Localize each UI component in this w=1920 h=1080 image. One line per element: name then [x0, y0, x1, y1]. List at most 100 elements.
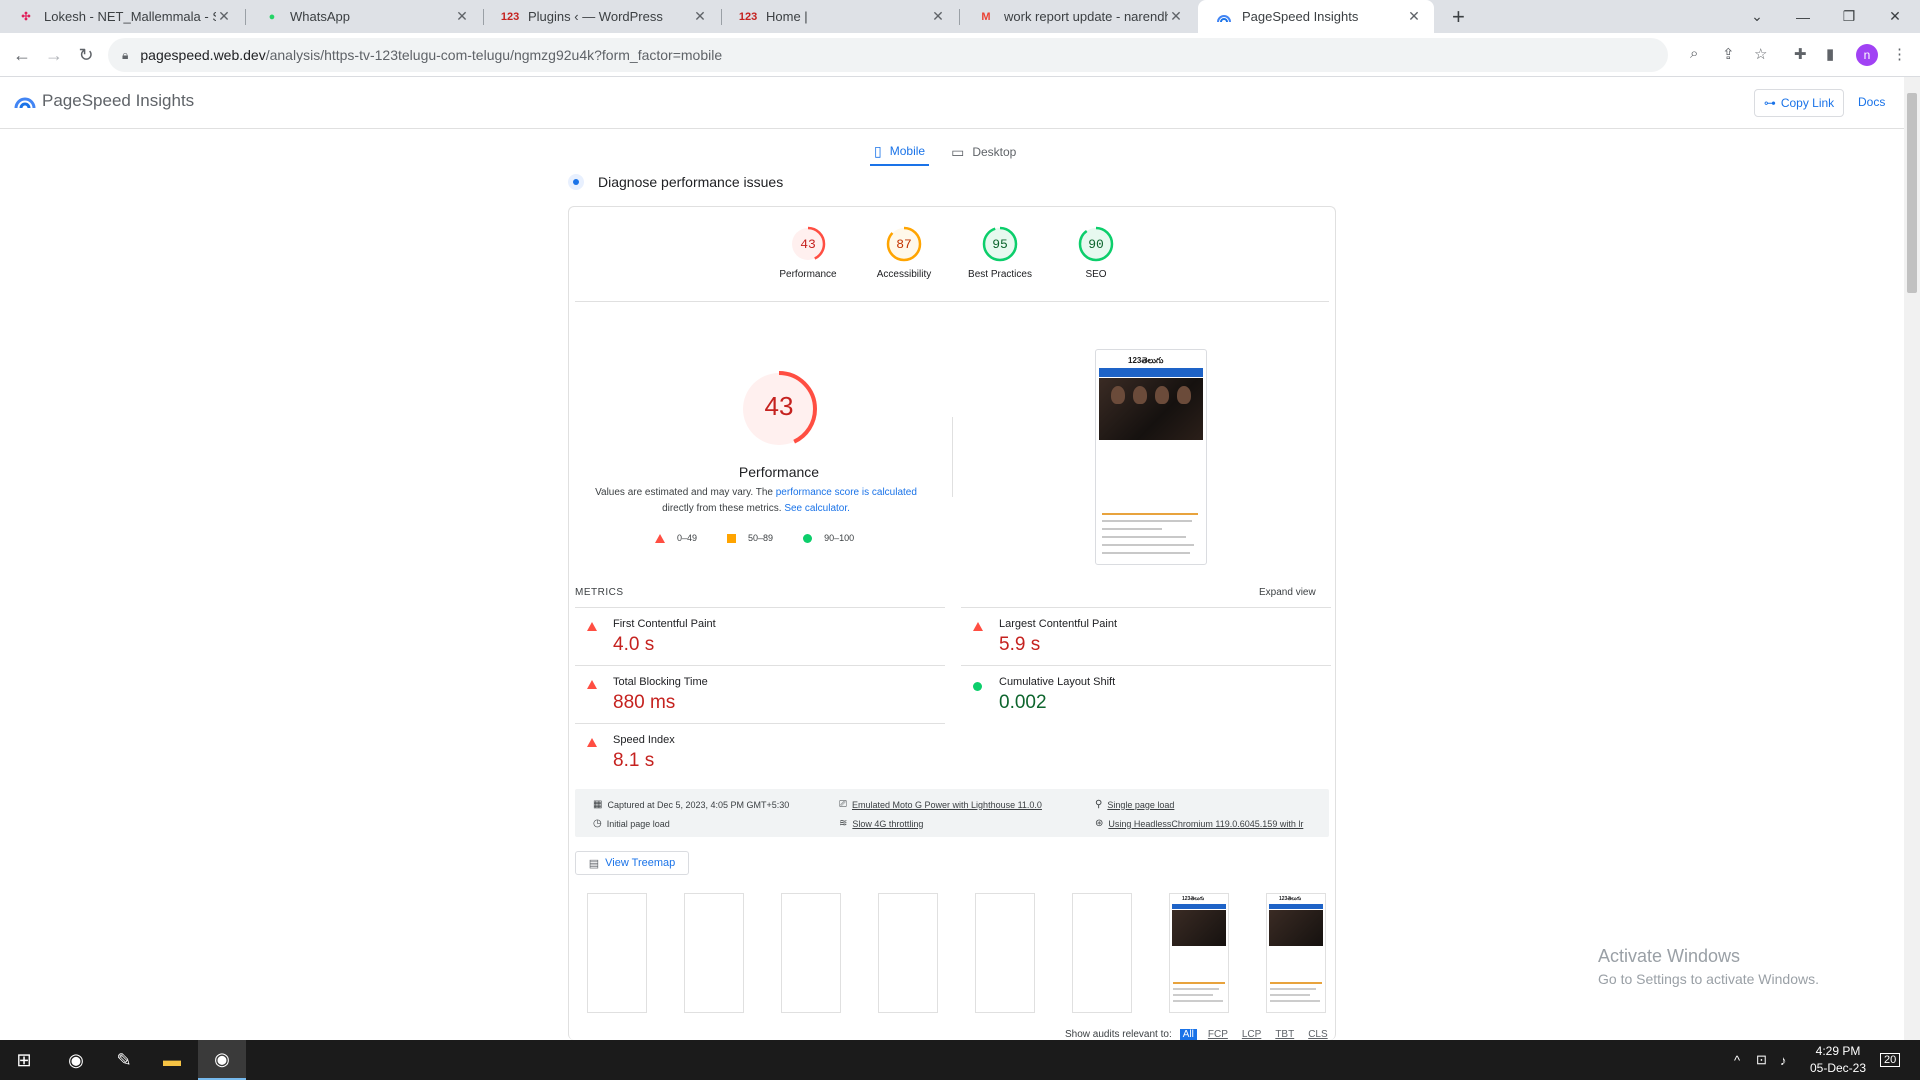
tab-search-icon[interactable]: ⌄ [1734, 0, 1780, 33]
new-tab-button[interactable]: + [1452, 4, 1465, 30]
extensions-icon[interactable]: ✚ [1794, 45, 1807, 63]
taskbar: ⊞ ◉ ✎ ▬ ◉ ^ ⊡ ♪ 4:29 PM 05-Dec-23 20 [0, 1040, 1920, 1080]
close-icon[interactable]: ✕ [692, 8, 708, 25]
scrollbar[interactable] [1904, 77, 1920, 1040]
share-icon[interactable]: ⇪ [1722, 45, 1735, 63]
tab-desktop[interactable]: ▭ Desktop [947, 138, 1020, 166]
gmail-icon: M [981, 10, 991, 23]
score-label: Accessibility [876, 269, 932, 280]
score-value: 43 [800, 237, 816, 252]
treemap-icon: ▤ [588, 857, 600, 870]
psi-logo[interactable]: PageSpeed Insights [14, 91, 194, 111]
reload-icon[interactable]: ↻ [72, 41, 100, 69]
chrome-profile-icon[interactable]: ◉ [198, 1040, 246, 1080]
chromium-icon: ⊛ [1095, 818, 1104, 829]
whatsapp-icon: ● [268, 10, 276, 23]
score-calc-link[interactable]: performance score is calculated [776, 487, 917, 498]
pass-icon [803, 533, 813, 543]
tab-home[interactable]: 123 Home | ✕ [722, 0, 958, 33]
system-clock[interactable]: 4:29 PM 05-Dec-23 [1798, 1043, 1878, 1077]
123-icon: 123 [738, 10, 758, 23]
close-icon[interactable]: ✕ [930, 8, 946, 25]
calculator-link[interactable]: See calculator. [784, 503, 850, 514]
score-label: Best Practices [968, 269, 1032, 280]
close-icon[interactable]: ✕ [1406, 8, 1422, 25]
gauge-performance[interactable]: 43 Performance [763, 225, 853, 280]
docs-link[interactable]: Docs [1858, 95, 1885, 109]
close-window-icon[interactable]: ✕ [1872, 0, 1918, 33]
bookmark-star-icon[interactable]: ☆ [1754, 45, 1767, 63]
close-icon[interactable]: ✕ [216, 8, 232, 25]
tab-plugins[interactable]: 123 Plugins ‹ — WordPress ✕ [484, 0, 720, 33]
volume-icon[interactable]: ♪ [1780, 1040, 1787, 1080]
zoom-icon[interactable]: ⌕ [1690, 45, 1698, 62]
view-treemap-button[interactable]: ▤ View Treemap [575, 851, 689, 875]
minimize-icon[interactable]: — [1780, 0, 1826, 33]
filmstrip-frame: 123తెలుగు [1169, 893, 1229, 1013]
file-explorer-icon[interactable]: ▬ [148, 1040, 196, 1080]
divider [575, 301, 1329, 302]
gauge-seo[interactable]: 90 SEO [1051, 225, 1141, 280]
metric-cls: Cumulative Layout Shift 0.002 [961, 665, 1331, 723]
score-value: 90 [1088, 237, 1104, 252]
close-icon[interactable]: ✕ [1168, 8, 1184, 25]
tab-whatsapp[interactable]: ● WhatsApp ✕ [246, 0, 482, 33]
windows-start-icon[interactable]: ⊞ [0, 1040, 48, 1080]
copy-link-button[interactable]: ⊶ Copy Link [1754, 89, 1844, 117]
metric-lcp: Largest Contentful Paint 5.9 s [961, 607, 1331, 665]
menu-kebab-icon[interactable]: ⋮ [1892, 45, 1907, 63]
category-gauges: 43 Performance 87 Accessibility 95 Best Pra… [569, 225, 1335, 295]
filter-tbt[interactable]: TBT [1272, 1029, 1297, 1040]
filter-lcp[interactable]: LCP [1239, 1029, 1264, 1040]
tab-title: WhatsApp [290, 9, 350, 24]
notifications-icon[interactable]: 20 [1880, 1040, 1901, 1080]
tab-gmail[interactable]: M work report update - narendhar ✕ [960, 0, 1196, 33]
tab-pagespeed[interactable]: PageSpeed Insights ✕ [1198, 0, 1434, 33]
app-title: PageSpeed Insights [42, 91, 195, 110]
final-screenshot: 123తెలుగు [1095, 349, 1207, 565]
lock-icon: 🔒︎ [122, 47, 129, 62]
metric-fcp: First Contentful Paint 4.0 s [575, 607, 945, 665]
123-icon: 123 [500, 10, 520, 23]
back-icon[interactable]: ← [8, 41, 36, 69]
network-icon[interactable]: ⊡ [1756, 1040, 1767, 1080]
filmstrip-frame [684, 893, 744, 1013]
filmstrip-frame [781, 893, 841, 1013]
forward-icon[interactable]: → [40, 41, 68, 69]
person-icon: ⚲ [1095, 799, 1103, 810]
tab-title: work report update - narendhar [1004, 9, 1168, 24]
filter-fcp[interactable]: FCP [1205, 1029, 1231, 1040]
expand-view-button[interactable]: Expand view [1259, 587, 1316, 598]
gauge-best-practices[interactable]: 95 Best Practices [955, 225, 1045, 280]
gauge-accessibility[interactable]: 87 Accessibility [859, 225, 949, 280]
site-nav [1099, 368, 1203, 377]
tray-chevron-icon[interactable]: ^ [1734, 1040, 1740, 1080]
fail-icon [587, 622, 597, 631]
filmstrip-frame [878, 893, 938, 1013]
side-panel-icon[interactable]: ▮ [1826, 45, 1834, 63]
fail-icon [587, 738, 597, 747]
pagespeed-icon [1216, 9, 1232, 25]
device-icon: ⎚ [839, 799, 847, 810]
score-label: Performance [779, 269, 837, 280]
filter-all[interactable]: All [1179, 1029, 1197, 1040]
address-bar[interactable]: 🔒︎ pagespeed.web.dev/analysis/https-tv-1… [108, 38, 1668, 72]
pagespeed-logo-icon [14, 97, 36, 109]
browser-tab-strip: ✣ Lokesh - NET_Mallemmala - Sla ✕ ● What… [0, 0, 1920, 33]
runtime-info: ▦ Captured at Dec 5, 2023, 4:05 PM GMT+5:… [575, 789, 1329, 837]
tab-title: Plugins ‹ — WordPress [528, 9, 663, 24]
chrome-icon[interactable]: ◉ [52, 1040, 100, 1080]
close-icon[interactable]: ✕ [454, 8, 470, 25]
values-note: Values are estimated and may vary. The p… [595, 487, 917, 514]
notepad-icon[interactable]: ✎ [100, 1040, 148, 1080]
avatar[interactable]: n [1856, 44, 1878, 66]
slack-icon: ✣ [21, 11, 31, 23]
link-icon: ⊶ [1763, 96, 1776, 110]
audit-filter: Show audits relevant to: All FCP LCP TBT… [1065, 1029, 1331, 1040]
performance-title: Performance [738, 464, 820, 480]
filter-cls[interactable]: CLS [1305, 1029, 1330, 1040]
restore-icon[interactable]: ❐ [1826, 0, 1872, 33]
tab-mobile[interactable]: ▯ Mobile [870, 138, 930, 166]
tab-slack[interactable]: ✣ Lokesh - NET_Mallemmala - Sla ✕ [0, 0, 244, 33]
scrollbar-thumb[interactable] [1907, 93, 1917, 293]
